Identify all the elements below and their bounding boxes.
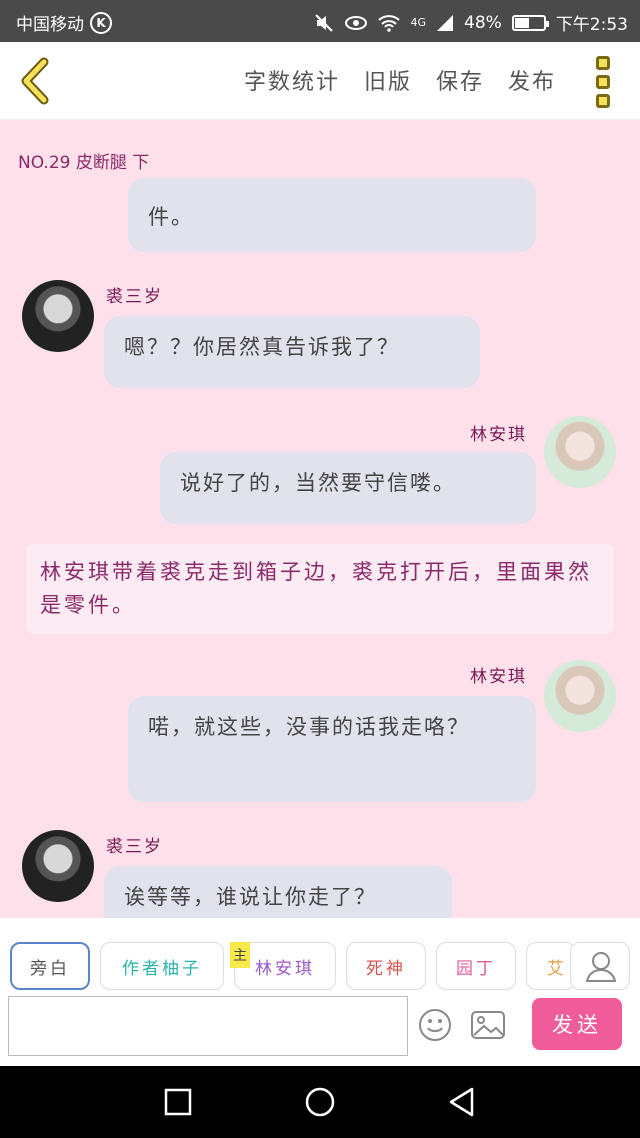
chip-label: 林安琪 [255, 958, 315, 979]
publish-button[interactable]: 发布 [508, 64, 556, 96]
person-icon [585, 952, 617, 982]
battery-fill [514, 17, 530, 28]
message-bubble[interactable]: 诶等等，谁说让你走了？ [104, 866, 452, 918]
message-text: 件。 [148, 205, 194, 229]
carrier-badge: K [90, 11, 112, 34]
chip-label: 旁白 [30, 958, 70, 979]
add-character-button[interactable] [570, 942, 630, 990]
save-button[interactable]: 保存 [436, 64, 484, 96]
chip-label: 死神 [366, 958, 406, 979]
speaker-name: 林安琪 [470, 425, 527, 445]
back-arrow-icon [21, 57, 49, 105]
avatar[interactable] [22, 830, 94, 902]
status-bar: 中国移动 K 4G 48% 下午2:53 [0, 0, 640, 42]
image-button[interactable] [470, 1010, 506, 1040]
wifi-icon [378, 14, 401, 32]
send-button[interactable]: 发送 [532, 998, 622, 1050]
network-type: 4G [410, 16, 427, 29]
character-chip-ai[interactable]: 艾 [526, 942, 576, 990]
message-bubble[interactable]: 喏，就这些，没事的话我走咯？ [128, 696, 536, 802]
message-text: 喏，就这些，没事的话我走咯？ [148, 715, 470, 739]
chip-label: 艾 [547, 958, 567, 979]
more-menu-icon[interactable] [596, 56, 616, 108]
message-bubble[interactable]: 嗯？？你居然真告诉我了？ [104, 316, 480, 388]
character-chip-author[interactable]: 作者柚子 [100, 942, 224, 990]
chat-area[interactable]: NO.29 皮断腿 下 件。 裘三岁 嗯？？你居然真告诉我了？ 林安琪 说好了的… [0, 120, 640, 918]
message-bubble[interactable]: 说好了的，当然要守信喽。 [160, 452, 536, 524]
battery-percent: 48% [464, 12, 502, 33]
avatar[interactable] [544, 416, 616, 488]
message-text: 诶等等，谁说让你走了？ [124, 885, 377, 909]
speaker-name: 裘三岁 [106, 837, 163, 857]
square-icon[interactable] [160, 1084, 196, 1120]
message-bubble[interactable]: 件。 [128, 178, 536, 252]
character-chip-narrator[interactable]: 旁白 [10, 942, 90, 990]
speaker-name: 林安琪 [470, 667, 527, 687]
message-input[interactable] [8, 996, 408, 1056]
eye-icon [345, 15, 368, 30]
character-selector: 旁白 作者柚子 林安琪 主 死神 园丁 艾 [0, 918, 640, 996]
chapter-title: NO.29 皮断腿 下 [18, 153, 150, 173]
image-icon [471, 1011, 505, 1039]
menu-dot [596, 75, 610, 89]
emoji-icon [419, 1009, 451, 1041]
editor-toolbar: 字数统计 旧版 保存 发布 [0, 42, 640, 120]
input-bar: 发送 [0, 996, 640, 1066]
emoji-button[interactable] [418, 1008, 452, 1042]
triangle-back-icon[interactable] [444, 1084, 480, 1120]
menu-dot [596, 56, 610, 70]
narration-text: 林安琪带着裘克走到箱子边，裘克打开后，里面果然是零件。 [40, 560, 592, 617]
avatar[interactable] [22, 280, 94, 352]
carrier-label: 中国移动 [16, 15, 84, 35]
narration-block[interactable]: 林安琪带着裘克走到箱子边，裘克打开后，里面果然是零件。 [26, 544, 614, 634]
word-count-button[interactable]: 字数统计 [244, 64, 340, 96]
signal-icon [437, 14, 454, 31]
avatar[interactable] [544, 660, 616, 732]
chip-label: 作者柚子 [122, 958, 202, 979]
character-chip-gardener[interactable]: 园丁 [436, 942, 516, 990]
character-chip-death[interactable]: 死神 [346, 942, 426, 990]
clock: 下午2:53 [555, 15, 628, 35]
menu-dot [596, 94, 610, 108]
chip-label: 园丁 [456, 958, 496, 979]
battery-icon [511, 14, 549, 31]
back-button[interactable] [14, 56, 62, 106]
old-version-button[interactable]: 旧版 [364, 64, 412, 96]
navigation-bar [0, 1066, 640, 1138]
speaker-name: 裘三岁 [106, 287, 163, 307]
main-character-badge: 主 [230, 942, 250, 968]
message-text: 说好了的，当然要守信喽。 [180, 471, 456, 495]
mute-icon [315, 13, 334, 32]
circle-icon[interactable] [302, 1084, 338, 1120]
message-text: 嗯？？你居然真告诉我了？ [124, 335, 400, 359]
